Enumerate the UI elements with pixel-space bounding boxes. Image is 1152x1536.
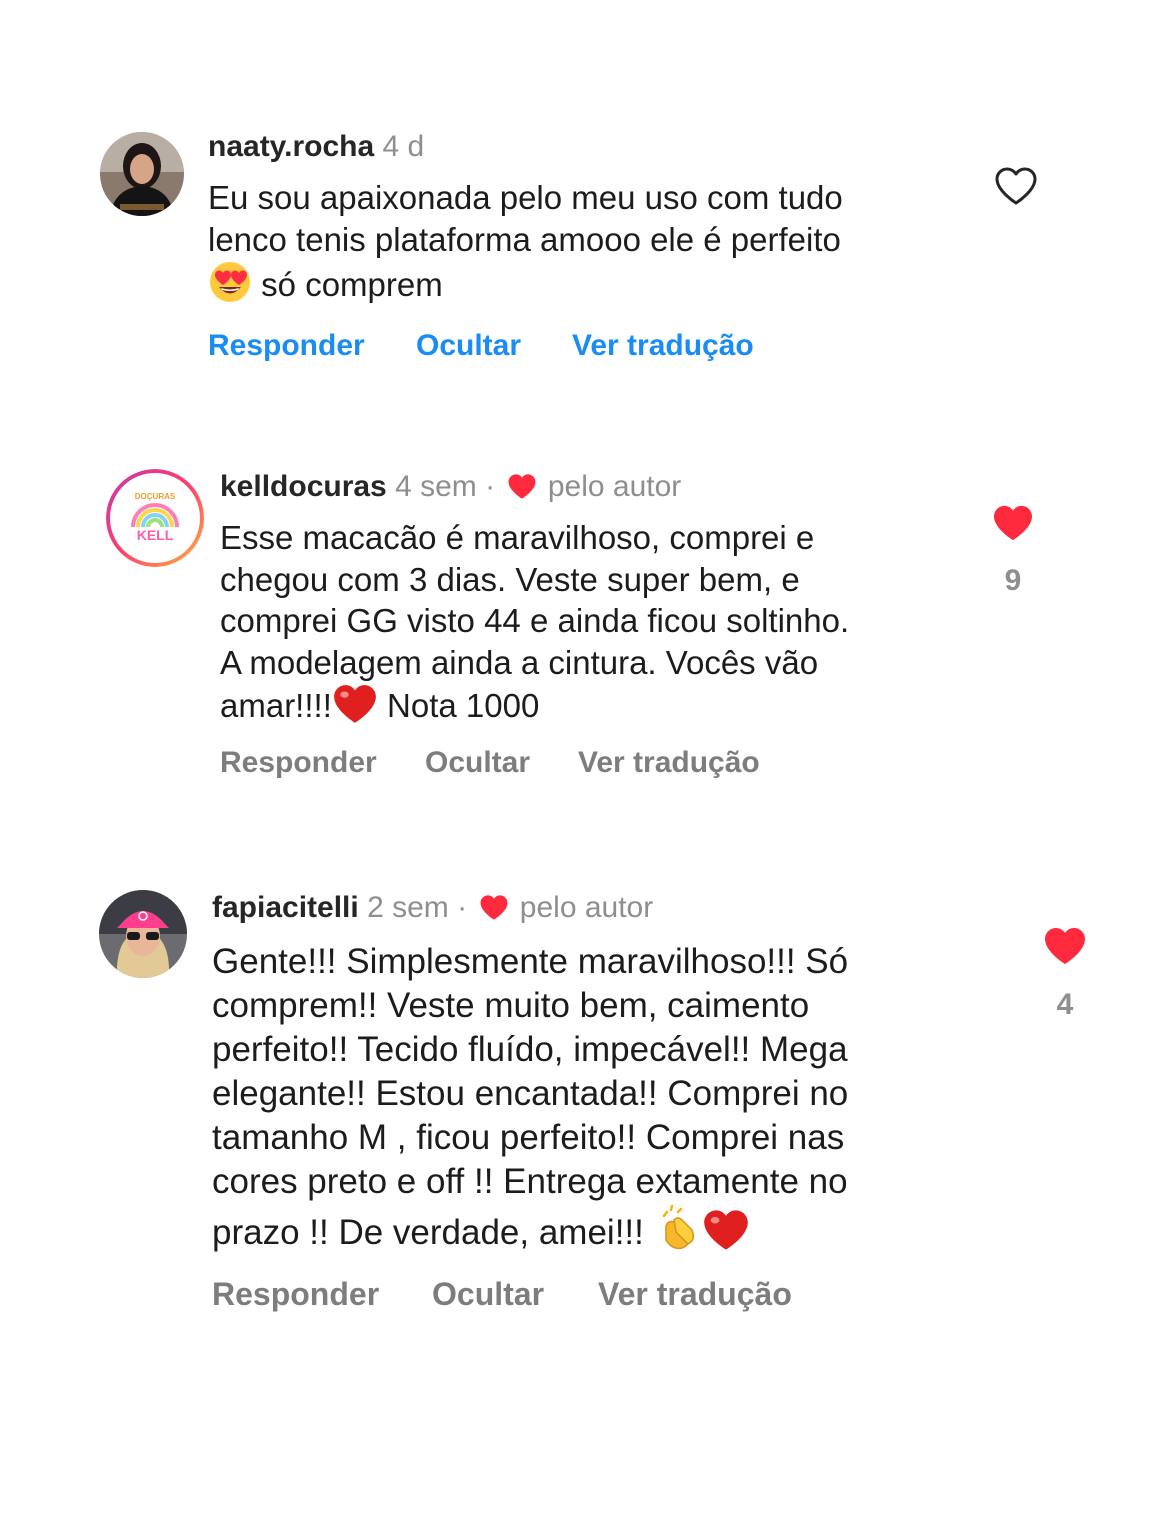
username[interactable]: naaty.rocha bbox=[208, 130, 374, 163]
heart-outline-icon bbox=[994, 167, 1038, 210]
avatar-brand-text: DOÇURAS bbox=[135, 492, 176, 501]
reply-button[interactable]: Responder bbox=[220, 745, 377, 781]
comment-line-part: Nota 1000 bbox=[387, 687, 540, 724]
like-button[interactable] bbox=[986, 166, 1046, 211]
author-badge: pelo autor bbox=[519, 891, 654, 924]
heart-filled-icon bbox=[1043, 928, 1087, 970]
red-heart-emoji-icon bbox=[702, 1208, 750, 1263]
comment-actions: Responder Ocultar Ver tradução bbox=[220, 745, 820, 781]
like-count: 4 bbox=[1056, 988, 1074, 1021]
comment-line-part: amar!!!! bbox=[220, 687, 332, 724]
translate-button[interactable]: Ver tradução bbox=[572, 328, 754, 364]
comment-header: fapiacitelli 2 sem · pelo autor bbox=[212, 890, 653, 930]
comment-line: A modelagem ainda a cintura. Vocês vão bbox=[220, 643, 819, 681]
separator: · bbox=[485, 470, 496, 503]
comment-line-part: prazo !! De verdade, amei!!! bbox=[212, 1213, 644, 1252]
clapping-hands-emoji-icon bbox=[654, 1204, 702, 1263]
comment-line: chegou com 3 dias. Veste super bem, e bbox=[220, 560, 800, 598]
comment-header: kelldocuras 4 sem · pelo autor bbox=[220, 469, 681, 509]
heart-filled-icon bbox=[507, 473, 537, 509]
reply-button[interactable]: Responder bbox=[212, 1276, 379, 1312]
comment-line: prazo !! De verdade, amei!!! bbox=[212, 1204, 848, 1263]
heart-filled-icon bbox=[992, 505, 1034, 546]
comment-line: elegante!! Estou encantada!! Comprei no bbox=[212, 1074, 849, 1113]
like-button[interactable]: 9 bbox=[983, 504, 1043, 599]
comment-time: 4 sem bbox=[395, 470, 477, 503]
avatar[interactable] bbox=[99, 890, 187, 978]
like-count: 9 bbox=[1004, 564, 1022, 597]
avatar-brand-text: KELL bbox=[137, 527, 174, 543]
comment-line: comprei GG visto 44 e ainda ficou soltin… bbox=[220, 602, 850, 639]
translate-button[interactable]: Ver tradução bbox=[578, 745, 760, 781]
comment-time: 2 sem bbox=[367, 891, 449, 924]
comment-text: Eu sou apaixonada pelo meu uso com tudo … bbox=[208, 177, 843, 314]
comment-line: lenco tenis plataforma amooo ele é perfe… bbox=[208, 220, 841, 258]
avatar[interactable]: DOÇURAS KELL bbox=[106, 469, 204, 567]
hide-button[interactable]: Ocultar bbox=[425, 745, 530, 781]
translate-button[interactable]: Ver tradução bbox=[598, 1276, 792, 1312]
username[interactable]: fapiacitelli bbox=[212, 891, 359, 924]
comment-time: 4 d bbox=[382, 130, 425, 163]
comment-line: Esse macacão é maravilhoso, comprei e bbox=[220, 519, 815, 556]
heart-eyes-emoji-icon bbox=[208, 260, 252, 314]
reply-button[interactable]: Responder bbox=[208, 328, 365, 364]
author-badge: pelo autor bbox=[547, 470, 682, 503]
comment-line: amar!!!! Nota 1000 bbox=[220, 683, 849, 735]
comment-text: Gente!!! Simplesmente maravilhoso!!! Só … bbox=[212, 940, 848, 1263]
hide-button[interactable]: Ocultar bbox=[432, 1276, 544, 1312]
avatar[interactable] bbox=[100, 132, 184, 216]
red-heart-emoji-icon bbox=[332, 683, 378, 735]
comment-line-tail: só comprem bbox=[261, 266, 443, 303]
comment-actions: Responder Ocultar Ver tradução bbox=[212, 1276, 832, 1312]
comment-line: cores preto e off !! Entrega extamente n… bbox=[212, 1162, 848, 1201]
comment-line: perfeito!! Tecido fluído, impecável!! Me… bbox=[212, 1030, 848, 1069]
comment-line: Eu sou apaixonada pelo meu uso com tudo bbox=[208, 179, 843, 216]
username[interactable]: kelldocuras bbox=[220, 470, 387, 503]
separator: · bbox=[457, 891, 468, 924]
comment-line: comprem!! Veste muito bem, caimento bbox=[212, 986, 810, 1025]
comment-line: só comprem bbox=[208, 260, 843, 314]
comment-line: Gente!!! Simplesmente maravilhoso!!! Só bbox=[212, 942, 849, 981]
comment-actions: Responder Ocultar Ver tradução bbox=[208, 328, 808, 364]
comment-text: Esse macacão é maravilhoso, comprei e ch… bbox=[220, 517, 849, 735]
hide-button[interactable]: Ocultar bbox=[416, 328, 521, 364]
like-button[interactable]: 4 bbox=[1035, 926, 1095, 1023]
heart-filled-icon bbox=[479, 894, 509, 930]
comment-line: tamanho M , ficou perfeito!! Comprei nas bbox=[212, 1118, 845, 1157]
comment-header: naaty.rocha 4 d bbox=[208, 129, 424, 165]
